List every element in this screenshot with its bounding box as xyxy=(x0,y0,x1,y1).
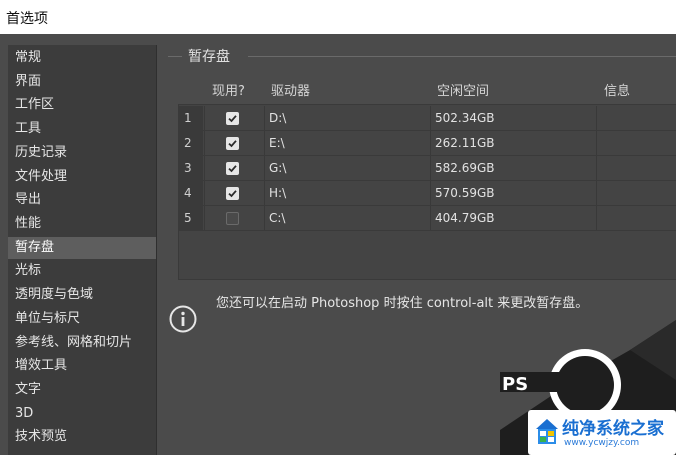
watermark-badge: 纯净系统之家 www.ycwjzy.com xyxy=(528,410,676,455)
check-icon xyxy=(228,140,237,148)
table-row[interactable]: 5 C:\ 404.79GB xyxy=(179,206,676,231)
svg-text:PS: PS xyxy=(502,374,528,395)
sidebar-item-tech-preview[interactable]: 技术预览 xyxy=(8,426,156,448)
sidebar-item-scratch-disks[interactable]: 暂存盘 xyxy=(8,237,156,259)
row-index: 2 xyxy=(179,131,203,155)
drive-cell: C:\ xyxy=(269,211,286,225)
column-header-free-space[interactable]: 空闲空间 xyxy=(437,80,489,99)
sidebar-item-performance[interactable]: 性能 xyxy=(8,213,156,235)
drive-cell: D:\ xyxy=(269,111,287,125)
sidebar: 常规 界面 工作区 工具 历史记录 文件处理 导出 性能 暂存盘 光标 透明度与… xyxy=(8,45,157,455)
info-text: 您还可以在启动 Photoshop 时按住 control-alt 来更改暂存盘… xyxy=(216,296,589,311)
active-checkbox[interactable] xyxy=(226,187,239,200)
row-index: 4 xyxy=(179,181,203,205)
active-checkbox[interactable] xyxy=(226,212,239,225)
free-space-cell: 570.59GB xyxy=(435,186,495,200)
window-title: 首选项 xyxy=(6,11,48,27)
sidebar-item-export[interactable]: 导出 xyxy=(8,189,156,211)
active-checkbox[interactable] xyxy=(226,112,239,125)
sidebar-item-units-rulers[interactable]: 单位与标尺 xyxy=(8,308,156,330)
active-checkbox[interactable] xyxy=(226,162,239,175)
sidebar-item-guides-grid[interactable]: 参考线、网格和切片 xyxy=(8,332,156,354)
sidebar-item-plugins[interactable]: 增效工具 xyxy=(8,355,156,377)
sidebar-item-cursors[interactable]: 光标 xyxy=(8,260,156,282)
column-header-active[interactable]: 现用? xyxy=(212,80,245,99)
check-icon xyxy=(228,115,237,123)
watermark-url: www.ycwjzy.com xyxy=(564,438,640,448)
info-icon xyxy=(169,305,197,333)
free-space-cell: 404.79GB xyxy=(435,211,495,225)
drive-cell: E:\ xyxy=(269,136,285,150)
sidebar-item-general[interactable]: 常规 xyxy=(8,47,156,69)
table-row[interactable]: 3 G:\ 582.69GB xyxy=(179,156,676,181)
sidebar-item-tools[interactable]: 工具 xyxy=(8,118,156,140)
free-space-cell: 262.11GB xyxy=(435,136,495,150)
sidebar-item-workspace[interactable]: 工作区 xyxy=(8,94,156,116)
watermark-title: 纯净系统之家 xyxy=(562,419,664,439)
free-space-cell: 502.34GB xyxy=(435,111,495,125)
group-title: 暂存盘 xyxy=(188,49,230,65)
column-header-info[interactable]: 信息 xyxy=(604,80,630,99)
group-border xyxy=(248,56,676,57)
row-index: 1 xyxy=(179,106,203,130)
table-row[interactable]: 1 D:\ 502.34GB xyxy=(179,106,676,131)
title-bar: 首选项 xyxy=(0,0,676,34)
check-icon xyxy=(228,165,237,173)
check-icon xyxy=(228,190,237,198)
sidebar-item-3d[interactable]: 3D xyxy=(8,403,156,425)
table-row[interactable]: 2 E:\ 262.11GB xyxy=(179,131,676,156)
group-border xyxy=(168,56,182,57)
sidebar-item-file-handling[interactable]: 文件处理 xyxy=(8,166,156,188)
house-logo-icon xyxy=(536,419,558,444)
drive-cell: H:\ xyxy=(269,186,287,200)
active-checkbox[interactable] xyxy=(226,137,239,150)
sidebar-item-transparency[interactable]: 透明度与色域 xyxy=(8,284,156,306)
drive-cell: G:\ xyxy=(269,161,287,175)
free-space-cell: 582.69GB xyxy=(435,161,495,175)
sidebar-item-interface[interactable]: 界面 xyxy=(8,71,156,93)
column-header-drive[interactable]: 驱动器 xyxy=(271,80,310,99)
row-index: 3 xyxy=(179,156,203,180)
table-row[interactable]: 4 H:\ 570.59GB xyxy=(179,181,676,206)
sidebar-item-type[interactable]: 文字 xyxy=(8,379,156,401)
sidebar-item-history[interactable]: 历史记录 xyxy=(8,142,156,164)
row-index: 5 xyxy=(179,206,203,230)
